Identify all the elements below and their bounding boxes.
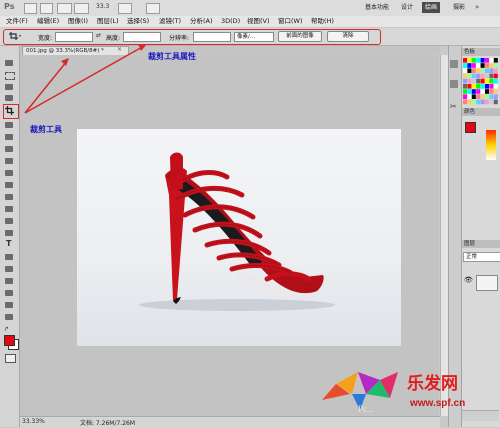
crop-tool-annotation: 裁剪工具 bbox=[30, 125, 62, 134]
annotation-arrows bbox=[24, 44, 147, 114]
watermark-brand: 乐发网 bbox=[407, 374, 458, 394]
crop-properties-annotation: 裁剪工具属性 bbox=[148, 52, 196, 61]
watermark-site: Pc... bbox=[358, 404, 374, 414]
watermark-url: www.spf.cn bbox=[410, 398, 466, 409]
